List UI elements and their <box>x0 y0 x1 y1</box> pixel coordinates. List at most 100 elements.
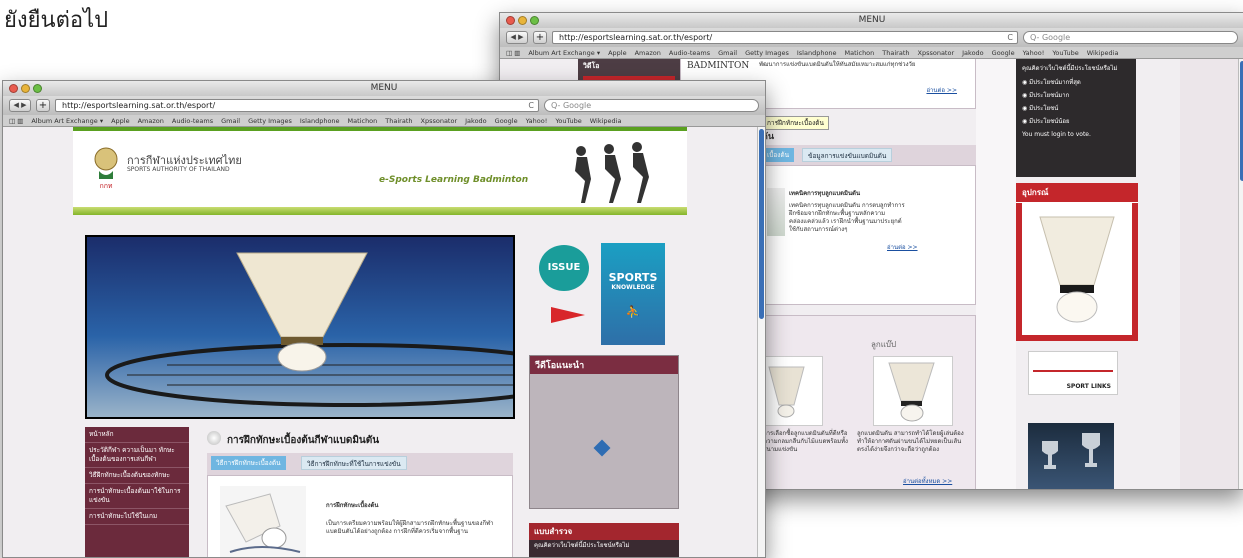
reading-list-icon[interactable]: ◫ ▥ <box>9 117 23 125</box>
technique-card: เทคนิคการทุบลูกแบดมินตัน เทคนิคการทุบลูก… <box>762 165 976 305</box>
bookmark-item[interactable]: Amazon <box>635 49 661 57</box>
title-bar: MENU <box>500 13 1243 28</box>
tab-basic-training[interactable]: วิธีการฝึกทักษะเบื้องต้น <box>211 456 286 470</box>
front-tabs-bar: วิธีการฝึกทักษะเบื้องต้น วิธีการฝึกทักษะ… <box>207 453 513 475</box>
traffic-lights <box>9 84 42 93</box>
search-field[interactable]: Q- Google <box>544 99 759 112</box>
org-name-en: SPORTS AUTHORITY OF THAILAND <box>127 166 230 173</box>
poll-option[interactable]: ◉ มีประโยชน์น้อย <box>1022 118 1130 126</box>
add-bookmark-button[interactable]: + <box>36 99 50 112</box>
red-arrow-icon[interactable] <box>551 307 585 323</box>
poll-option[interactable]: ◉ มีประโยชน์มาก <box>1022 92 1130 100</box>
menu-item-basic-skills[interactable]: วิธีฝึกทักษะเบื้องต้นของทักษะ <box>85 468 189 484</box>
equipment-image <box>1022 203 1132 335</box>
page-margin-left <box>3 215 73 557</box>
issue-label: ISSUE <box>547 262 581 273</box>
shuttle-read-more[interactable]: อ่านต่อทั้งหมด >> <box>903 476 952 486</box>
menu-item-game-skills[interactable]: การนำทักษะไปใช้ในเกม <box>85 509 189 525</box>
banner-title: e-Sports Learning Badminton <box>379 175 529 185</box>
bookmark-item[interactable]: Wikipedia <box>590 117 622 125</box>
video-placeholder-icon[interactable] <box>593 439 611 457</box>
shuttle-image-right <box>873 356 953 426</box>
bookmark-item[interactable]: Gmail <box>221 117 240 125</box>
bookmark-item[interactable]: Album Art Exchange ▾ <box>528 49 600 57</box>
shuttlecock-icon <box>225 493 301 553</box>
bookmark-item[interactable]: Amazon <box>138 117 164 125</box>
page-gutter <box>976 59 1016 489</box>
reload-icon[interactable]: C <box>1007 32 1013 43</box>
racket-shuttlecock-icon <box>105 252 589 407</box>
poll-login-note: You must login to vote. <box>1022 131 1091 138</box>
scroll-thumb[interactable] <box>759 129 764 319</box>
minimize-icon[interactable] <box>518 16 527 25</box>
bookmark-item[interactable]: Yahoo! <box>526 117 548 125</box>
poll-option[interactable]: ◉ มีประโยชน์ <box>1022 105 1130 113</box>
front-scrollbar[interactable] <box>757 127 765 557</box>
tab-competition-training[interactable]: วิธีการฝึกทักษะที่ใช้ในการแข่งขัน <box>301 456 407 470</box>
tab-basic[interactable]: เบื้องต้น <box>762 148 795 162</box>
site-header: กกท การกีฬาแห่งประเทศไทย SPORTS AUTHORIT… <box>73 127 687 215</box>
bookmark-item[interactable]: Apple <box>608 49 627 57</box>
technique-image <box>767 188 785 236</box>
back-scrollbar[interactable] <box>1238 59 1243 489</box>
bookmark-item[interactable]: Audio-teams <box>172 117 213 125</box>
read-more-link[interactable]: อ่านต่อ >> <box>926 85 957 95</box>
sat-logo: กกท <box>91 145 121 191</box>
bookmark-item[interactable]: Apple <box>111 117 130 125</box>
menu-item-history[interactable]: ประวัติกีฬา ความเป็นมา ทักษะเบื้องต้นของ… <box>85 443 189 468</box>
bookmark-item[interactable]: Matichon <box>845 49 875 57</box>
address-bar[interactable]: http://esportslearning.sat.or.th/esport/… <box>552 31 1018 44</box>
add-bookmark-button[interactable]: + <box>533 31 547 44</box>
close-icon[interactable] <box>506 16 515 25</box>
bookmark-item[interactable]: Getty Images <box>248 117 292 125</box>
bookmark-item[interactable]: Jakodo <box>465 117 487 125</box>
bookmark-item[interactable]: Jakodo <box>962 49 984 57</box>
back-forward-buttons[interactable]: ◀ ▶ <box>9 99 31 112</box>
zoom-icon[interactable] <box>33 84 42 93</box>
search-field[interactable]: Q- Google <box>1023 31 1238 44</box>
sport-links-banner[interactable]: SPORT LINKS <box>1028 351 1118 395</box>
zoom-icon[interactable] <box>530 16 539 25</box>
bookmark-item[interactable]: Google <box>495 117 518 125</box>
bookmark-item[interactable]: Audio-teams <box>669 49 710 57</box>
bookmark-item[interactable]: Yahoo! <box>1023 49 1045 57</box>
address-bar[interactable]: http://esportslearning.sat.or.th/esport/… <box>55 99 539 112</box>
technique-title: เทคนิคการทุบลูกแบดมินตัน <box>789 190 861 197</box>
shuttlecock-icon <box>1039 216 1115 323</box>
back-forward-buttons[interactable]: ◀ ▶ <box>506 31 528 44</box>
front-page-content: กกท การกีฬาแห่งประเทศไทย SPORTS AUTHORIT… <box>3 127 757 557</box>
bookmark-item[interactable]: Islandphone <box>797 49 837 57</box>
bookmark-item[interactable]: Matichon <box>348 117 378 125</box>
minimize-icon[interactable] <box>21 84 30 93</box>
bookmark-item[interactable]: Gmail <box>718 49 737 57</box>
side-menu: หน้าหลัก ประวัติกีฬา ความเป็นมา ทักษะเบื… <box>85 427 189 557</box>
page-margin-right <box>687 127 757 557</box>
bookmark-item[interactable]: Album Art Exchange ▾ <box>31 117 103 125</box>
bookmark-item[interactable]: YouTube <box>555 117 581 125</box>
close-icon[interactable] <box>9 84 18 93</box>
bookmark-item[interactable]: Xpssonator <box>918 49 955 57</box>
menu-item-competition-skills[interactable]: การนำทักษะเบื้องต้นมาใช้ในการแข่งขัน <box>85 484 189 509</box>
bookmark-item[interactable]: YouTube <box>1052 49 1078 57</box>
sports-knowledge-banner[interactable]: SPORTS KNOWLEDGE ⛹ <box>601 243 665 345</box>
sports-knowledge-subtitle: KNOWLEDGE <box>611 284 655 291</box>
menu-item-home[interactable]: หน้าหลัก <box>85 427 189 443</box>
bookmark-item[interactable]: Getty Images <box>745 49 789 57</box>
reload-icon[interactable]: C <box>528 100 534 111</box>
article-card: การฝึกทักษะเบื้องต้น เป็นการเตรียมความพร… <box>207 475 513 557</box>
back-tabs-bar: เบื้องต้น ข้อมูลการแข่งขันแบดมินตัน <box>762 145 976 165</box>
reading-list-icon[interactable]: ◫ ▥ <box>506 49 520 57</box>
bookmark-item[interactable]: Thairath <box>385 117 412 125</box>
shuttle-image-left <box>763 356 823 426</box>
bookmark-item[interactable]: Xpssonator <box>421 117 458 125</box>
bookmark-item[interactable]: Thairath <box>882 49 909 57</box>
tab-competition-info[interactable]: ข้อมูลการแข่งขันแบดมินตัน <box>802 148 893 162</box>
bookmark-item[interactable]: Google <box>992 49 1015 57</box>
bookmark-item[interactable]: Islandphone <box>300 117 340 125</box>
poll-box: คุณคิดว่าเว็บไซต์นี้มีประโยชน์หรือไม่ ◉ … <box>1016 59 1136 177</box>
poll-option[interactable]: ◉ มีประโยชน์มากที่สุด <box>1022 79 1130 87</box>
issue-badge[interactable]: ISSUE <box>539 245 589 291</box>
org-abbr: กกท <box>99 182 112 190</box>
bookmark-item[interactable]: Wikipedia <box>1087 49 1119 57</box>
technique-read-more[interactable]: อ่านต่อ >> <box>887 242 918 252</box>
